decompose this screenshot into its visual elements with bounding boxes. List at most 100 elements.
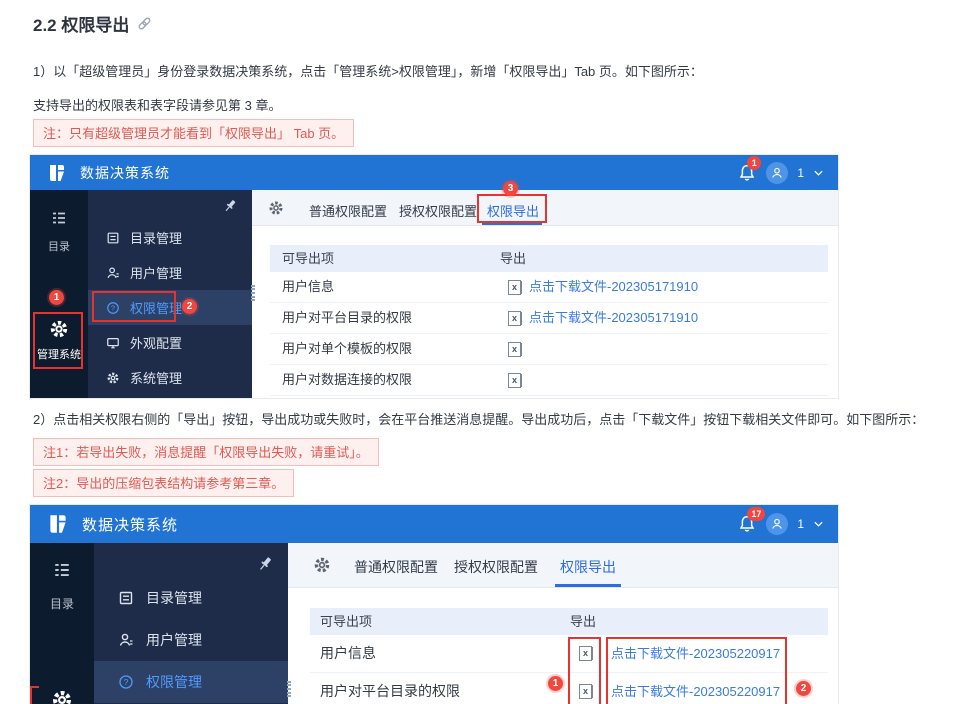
download-link[interactable]: 点击下载文件-202305171910: [529, 303, 698, 333]
tab-normal-permission[interactable]: 普通权限配置: [309, 201, 387, 220]
table-header-row: 可导出项 导出: [310, 608, 828, 635]
chevron-down-icon[interactable]: [813, 520, 824, 528]
tab-normal-permission[interactable]: 普通权限配置: [354, 557, 438, 577]
excel-export-icon[interactable]: x: [579, 646, 592, 661]
row-item-label: 用户对平台目录的权限: [320, 683, 460, 699]
table-row: 用户对数据连接的权限 x: [270, 365, 828, 396]
menu-item-label: 用户管理: [146, 632, 202, 648]
panel-drag-handle[interactable]: [287, 681, 291, 697]
gear-icon: [106, 371, 120, 385]
screenshot-2: 数据决策系统 17 1 目录 目录管理 用户管理 ? 权限管理 普通权限配置 授…: [30, 505, 838, 704]
menu-item-catalog-mgmt[interactable]: 目录管理: [88, 220, 252, 255]
tab-permission-export[interactable]: 权限导出: [487, 201, 539, 220]
tab-authorized-permission[interactable]: 授权权限配置: [399, 201, 477, 220]
notification-badge: 17: [747, 507, 766, 521]
rail-catalog-label[interactable]: 目录: [30, 595, 94, 612]
pushpin-icon[interactable]: [222, 198, 238, 214]
step2-paragraph: 2）点击相关权限右侧的「导出」按钮，导出成功或失败时，会在平台推送消息提醒。导出…: [33, 412, 925, 427]
menu-item-user-mgmt[interactable]: 用户管理: [94, 619, 288, 661]
table-row: 用户对平台目录的权限 x 点击下载文件-202305171910: [270, 303, 828, 334]
catalog-list-icon[interactable]: [51, 210, 67, 226]
user-count: 1: [797, 517, 804, 531]
excel-export-icon[interactable]: x: [508, 280, 521, 295]
permission-content: 普通权限配置 授权权限配置 权限导出 可导出项 导出 用户信息 x 点击下载文件…: [288, 543, 838, 704]
note-box: 注：只有超级管理员才能看到「权限导出」 Tab 页。: [33, 119, 355, 147]
annotation-box-admin-partial: [30, 686, 39, 704]
app-logo[interactable]: [46, 162, 68, 184]
annotation-marker-3: 3: [503, 181, 518, 196]
row-item-label: 用户信息: [320, 645, 376, 661]
excel-export-icon[interactable]: x: [508, 373, 521, 388]
admin-gear-icon[interactable]: [51, 689, 73, 704]
settings-gear-icon[interactable]: [268, 200, 284, 216]
note1-box: 注1：若导出失败，消息提醒「权限导出失败，请重试」。: [33, 438, 379, 466]
step1-note-paragraph: 支持导出的权限表和表字段请参见第 3 章。: [33, 98, 282, 113]
app-logo[interactable]: [46, 512, 70, 536]
menu-item-user-mgmt[interactable]: 用户管理: [88, 255, 252, 290]
col-header-item: 可导出项: [282, 251, 335, 266]
excel-export-icon[interactable]: x: [508, 342, 521, 357]
col-header-export: 导出: [570, 614, 597, 629]
catalog-list-icon[interactable]: [53, 561, 71, 579]
app-header: 数据决策系统 1 1: [30, 155, 838, 190]
screenshot-1: 数据决策系统 1 1 目录 1 管理系统 目录管理 用户管理 ? 权限管理 2 …: [30, 155, 838, 398]
app-header: 数据决策系统 17 1: [30, 505, 838, 543]
download-link[interactable]: 点击下载文件-202305220917: [611, 635, 780, 672]
annotation-marker-1: 1: [548, 676, 563, 691]
menu-item-label: 权限管理: [130, 301, 183, 316]
menu-item-catalog-mgmt[interactable]: 目录管理: [94, 577, 288, 619]
question-circle-icon: ?: [118, 674, 134, 690]
chevron-down-icon[interactable]: [813, 169, 824, 177]
annotation-marker-2: 2: [182, 299, 197, 314]
excel-export-icon[interactable]: x: [508, 311, 521, 326]
table-row: 用户信息 x 点击下载文件-202305171910: [270, 272, 828, 303]
excel-export-icon[interactable]: x: [579, 684, 592, 699]
download-link[interactable]: 点击下载文件-202305220917: [611, 673, 780, 704]
user-icon: [118, 632, 134, 648]
page-title-text: 2.2 权限导出: [33, 16, 130, 35]
table-row: 用户对平台目录的权限 x 点击下载文件-202305220917: [310, 673, 828, 704]
annotation-marker-2: 2: [796, 681, 811, 696]
rail-admin-label[interactable]: 管理系统: [30, 346, 88, 362]
user-avatar-icon[interactable]: [766, 161, 789, 184]
tab-permission-export[interactable]: 权限导出: [560, 557, 616, 577]
anchor-link-icon[interactable]: [137, 16, 152, 31]
menu-item-appearance[interactable]: 外观配置: [88, 325, 252, 360]
tab-authorized-permission[interactable]: 授权权限配置: [454, 557, 538, 577]
menu-item-permission-mgmt[interactable]: ? 权限管理: [94, 661, 288, 703]
tab-strip: 普通权限配置 授权权限配置 权限导出: [252, 190, 838, 226]
svg-text:?: ?: [124, 677, 129, 687]
menu-item-permission-mgmt[interactable]: ? 权限管理 2: [88, 290, 252, 325]
menu-item-label: 权限管理: [146, 674, 202, 690]
menu-item-label: 外观配置: [130, 336, 183, 351]
rail-catalog-label[interactable]: 目录: [30, 238, 88, 254]
active-tab-underline: [482, 223, 542, 225]
settings-gear-icon[interactable]: [313, 556, 331, 574]
permission-content: 普通权限配置 授权权限配置 权限导出 可导出项 导出 用户信息 x 点击下载文件…: [252, 190, 838, 398]
notification-bell-icon[interactable]: 17: [737, 507, 766, 534]
row-item-label: 用户对单个模板的权限: [282, 341, 413, 356]
app-title: 数据决策系统: [82, 516, 179, 534]
table-header-row: 可导出项 导出: [270, 245, 828, 272]
menu-item-label: 系统管理: [130, 371, 183, 386]
download-link[interactable]: 点击下载文件-202305171910: [529, 272, 698, 302]
menu-item-label: 目录管理: [146, 590, 202, 606]
left-rail: 目录: [30, 543, 94, 704]
pushpin-icon[interactable]: [256, 555, 274, 573]
note2-box: 注2：导出的压缩包表结构请参考第三章。: [33, 469, 295, 497]
col-header-item: 可导出项: [320, 614, 373, 629]
catalog-icon: [106, 231, 120, 245]
question-circle-icon: ?: [106, 301, 120, 315]
menu-item-system-mgmt[interactable]: 系统管理: [88, 360, 252, 395]
user-avatar-icon[interactable]: [766, 513, 789, 535]
panel-drag-handle[interactable]: [251, 285, 255, 301]
left-rail: 目录 1 管理系统: [30, 190, 88, 398]
admin-gear-icon[interactable]: [49, 319, 69, 339]
notification-bell-icon[interactable]: 1: [737, 155, 762, 183]
tab-strip: 普通权限配置 授权权限配置 权限导出: [288, 543, 838, 588]
notification-badge: 1: [747, 155, 762, 170]
col-header-export: 导出: [500, 251, 527, 266]
menu-item-label: 目录管理: [130, 231, 183, 246]
menu-item-label: 用户管理: [130, 266, 183, 281]
user-count: 1: [797, 165, 804, 180]
